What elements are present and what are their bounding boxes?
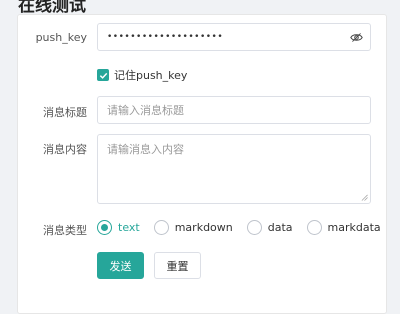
content-textarea[interactable]: 请输消息入内容 <box>97 134 371 204</box>
radio-unchecked-icon[interactable] <box>246 220 262 235</box>
radio-data[interactable]: data <box>246 220 293 235</box>
radio-text[interactable]: text <box>97 220 140 235</box>
title-label: 消息标题 <box>43 106 87 119</box>
type-label: 消息类型 <box>43 224 87 237</box>
remember-checkbox[interactable]: 记住push_key <box>97 67 187 83</box>
radio-unchecked-icon[interactable] <box>306 220 322 235</box>
title-input[interactable]: 请输入消息标题 <box>97 96 371 124</box>
content-label: 消息内容 <box>43 143 87 156</box>
radio-unchecked-icon[interactable] <box>153 220 169 235</box>
checkbox-checked-icon[interactable] <box>97 69 109 81</box>
eye-icon[interactable] <box>350 31 363 44</box>
message-type-radio-group: text markdown data markdata <box>97 220 395 235</box>
push-key-input[interactable]: •••••••••••••••••••• <box>97 23 371 51</box>
remember-label: 记住push_key <box>114 69 188 82</box>
send-button[interactable]: 发送 <box>97 252 144 279</box>
radio-markdown[interactable]: markdown <box>153 220 233 235</box>
content-placeholder: 请输消息入内容 <box>107 143 184 156</box>
radio-checked-icon[interactable] <box>97 220 112 235</box>
reset-button[interactable]: 重置 <box>154 252 201 279</box>
radio-markdata[interactable]: markdata <box>306 220 381 235</box>
radio-data-label: data <box>267 221 293 234</box>
radio-markdown-label: markdown <box>174 221 233 234</box>
resize-handle-icon[interactable] <box>361 194 368 201</box>
radio-text-label: text <box>118 221 140 234</box>
push-key-value: •••••••••••••••••••• <box>107 32 224 42</box>
radio-markdata-label: markdata <box>327 221 381 234</box>
push-key-label: push_key <box>35 31 87 44</box>
title-placeholder: 请输入消息标题 <box>107 104 184 117</box>
